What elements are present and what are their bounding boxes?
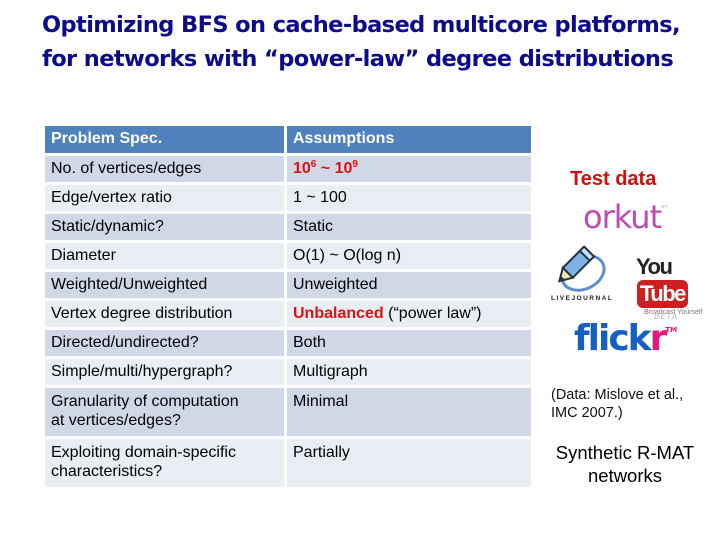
data-citation: (Data: Mislove et al., IMC 2007.) bbox=[551, 387, 684, 421]
spec-cell: Exploiting domain-specific characteristic… bbox=[45, 439, 287, 487]
livejournal-pencil-icon bbox=[557, 245, 606, 292]
assumptions-table: Problem Spec. Assumptions No. of vertice… bbox=[45, 123, 531, 490]
table-row: Exploiting domain-specific characteristic… bbox=[45, 439, 531, 487]
assumption-cell: 106 ~ 109 bbox=[287, 156, 531, 182]
vertex-count-range: 106 ~ 109 bbox=[293, 159, 358, 178]
livejournal-wordmark: LIVEJOURNAL bbox=[551, 295, 614, 302]
assumption-cell: Minimal bbox=[287, 388, 531, 436]
title-line-1: Optimizing BFS on cache-based multicore … bbox=[42, 12, 681, 38]
table-row: Directed/undirected? Both bbox=[45, 330, 531, 356]
table-row: Vertex degree distribution Unbalanced (“… bbox=[45, 301, 531, 327]
table-row: Simple/multi/hypergraph? Multigraph bbox=[45, 359, 531, 385]
spec-cell: Edge/vertex ratio bbox=[45, 185, 287, 211]
orkut-logo: orkutsm bbox=[583, 198, 668, 236]
assumption-cell: Both bbox=[287, 330, 531, 356]
spec-cell: Simple/multi/hypergraph? bbox=[45, 359, 287, 385]
table-row: Granularity of computation at vertices/ed… bbox=[45, 388, 531, 436]
table-header-row: Problem Spec. Assumptions bbox=[45, 126, 531, 153]
spec-cell: Diameter bbox=[45, 243, 287, 269]
unbalanced-highlight: Unbalanced bbox=[293, 305, 384, 322]
title-line-2: for networks with “power-law” degree dis… bbox=[42, 46, 674, 72]
assumption-cell: Multigraph bbox=[287, 359, 531, 385]
table-row: Edge/vertex ratio 1 ~ 100 bbox=[45, 185, 531, 211]
test-data-heading: Test data bbox=[570, 168, 657, 190]
slide-title: Optimizing BFS on cache-based multicore … bbox=[42, 8, 712, 76]
synthetic-networks-label: Synthetic R-MAT networks bbox=[555, 442, 695, 486]
assumption-cell: Partially bbox=[287, 439, 531, 487]
table-row: Static/dynamic? Static bbox=[45, 214, 531, 240]
spec-cell: No. of vertices/edges bbox=[45, 156, 287, 182]
assumption-cell: Static bbox=[287, 214, 531, 240]
livejournal-logo: LIVEJOURNAL bbox=[551, 243, 614, 305]
header-assumptions: Assumptions bbox=[287, 126, 531, 153]
spec-cell: Weighted/Unweighted bbox=[45, 272, 287, 298]
table-row: No. of vertices/edges 106 ~ 109 bbox=[45, 156, 531, 182]
youtube-logo: YouTube Broadcast Yourself bbox=[636, 254, 720, 316]
flickr-logo: flickrTM BETA bbox=[574, 312, 679, 359]
table-row: Weighted/Unweighted Unweighted bbox=[45, 272, 531, 298]
spec-cell: Granularity of computation at vertices/ed… bbox=[45, 388, 287, 436]
assumption-cell: 1 ~ 100 bbox=[287, 185, 531, 211]
assumption-cell: Unweighted bbox=[287, 272, 531, 298]
assumption-cell: O(1) ~ O(log n) bbox=[287, 243, 531, 269]
assumption-cell: Unbalanced (“power law”) bbox=[287, 301, 531, 327]
spec-cell: Static/dynamic? bbox=[45, 214, 287, 240]
table-row: Diameter O(1) ~ O(log n) bbox=[45, 243, 531, 269]
spec-cell: Vertex degree distribution bbox=[45, 301, 287, 327]
spec-cell: Directed/undirected? bbox=[45, 330, 287, 356]
header-problem-spec: Problem Spec. bbox=[45, 126, 287, 153]
